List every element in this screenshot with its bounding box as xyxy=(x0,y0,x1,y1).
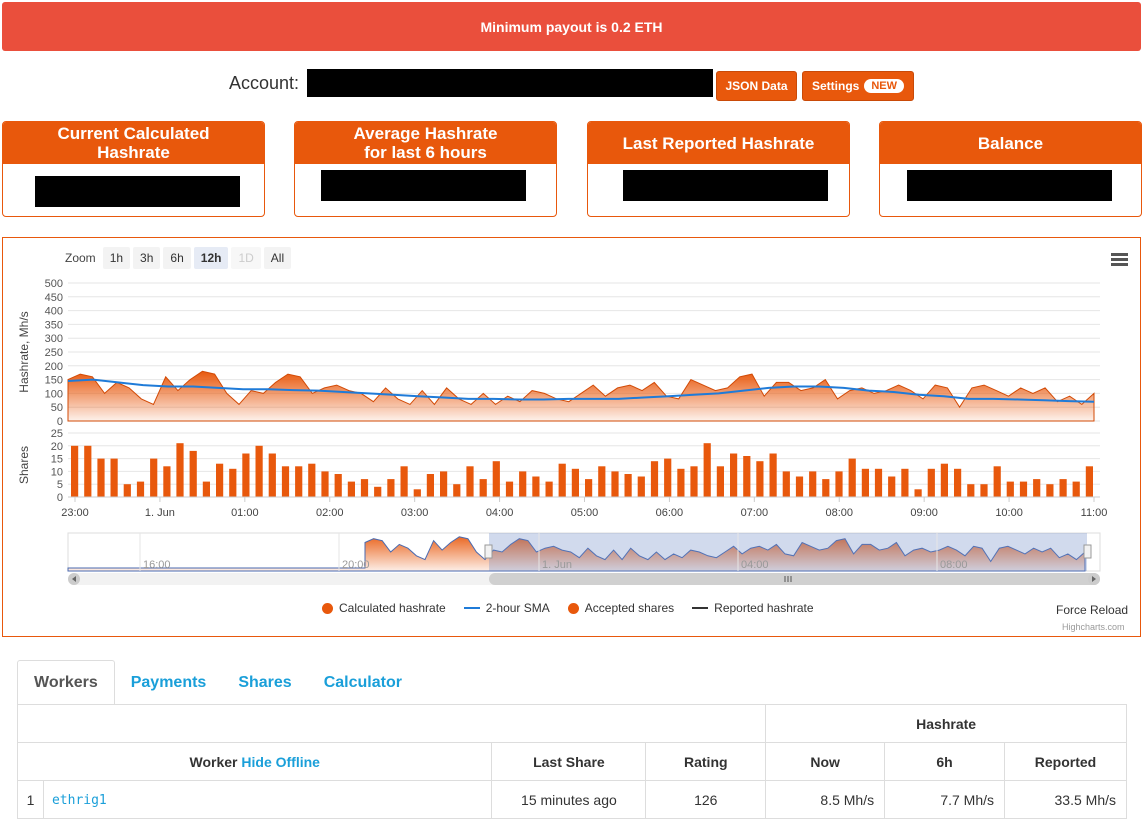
account-address-redacted xyxy=(307,69,713,97)
table-row: 1 ethrig1 15 minutes ago 126 8.5 Mh/s 7.… xyxy=(17,780,1127,819)
min-payout-alert: Minimum payout is 0.2 ETH xyxy=(2,2,1141,51)
worker-link[interactable]: ethrig1 xyxy=(52,793,107,808)
tab-shares[interactable]: Shares xyxy=(222,660,307,705)
stat-value-redacted xyxy=(623,170,828,201)
zoom-all-button[interactable]: All xyxy=(263,247,292,269)
zoom-label: Zoom xyxy=(65,251,96,265)
last-share-cell: 15 minutes ago xyxy=(491,780,647,819)
legend-line-icon xyxy=(692,607,709,609)
alert-text: Minimum payout is 0.2 ETH xyxy=(480,18,663,35)
worker-column-header: Worker Hide Offline xyxy=(16,742,493,781)
stat-reported-hashrate: Last Reported Hashrate xyxy=(587,121,850,217)
stat-value-redacted xyxy=(907,170,1112,201)
rating-cell: 126 xyxy=(645,780,767,819)
account-label: Account: xyxy=(229,73,300,93)
zoom-1d-button[interactable]: 1D xyxy=(231,247,261,269)
tab-payments[interactable]: Payments xyxy=(115,660,223,705)
legend-dot-icon xyxy=(567,602,579,614)
hashrate-group-header: Hashrate xyxy=(765,704,1127,743)
stat-current-hashrate: Current Calculated Hashrate xyxy=(2,121,265,217)
stat-value-redacted xyxy=(35,176,240,207)
settings-label: Settings xyxy=(811,79,860,93)
stat-title: Current Calculated Hashrate xyxy=(3,122,264,164)
hashrate-chart-panel xyxy=(2,237,1141,637)
chart-menu-icon[interactable] xyxy=(1111,253,1128,268)
force-reload-link[interactable]: Force Reload xyxy=(1056,603,1128,617)
json-data-label: JSON Data xyxy=(725,79,788,93)
stat-balance: Balance xyxy=(879,121,1142,217)
legend-sma[interactable]: 2-hour SMA xyxy=(463,601,550,615)
hide-offline-link[interactable]: Hide Offline xyxy=(241,754,320,770)
legend-label: 2-hour SMA xyxy=(485,601,550,615)
json-data-button[interactable]: JSON Data xyxy=(716,71,797,101)
zoom-12h-button[interactable]: 12h xyxy=(193,247,229,269)
reported-cell: 33.5 Mh/s xyxy=(1004,780,1127,819)
settings-button[interactable]: Settings NEW xyxy=(802,71,914,101)
legend-label: Reported hashrate xyxy=(714,601,814,615)
6h-cell: 7.7 Mh/s xyxy=(884,780,1006,819)
chart-legend: Calculated hashrate 2-hour SMA Accepted … xyxy=(322,601,814,615)
now-header[interactable]: Now xyxy=(765,742,886,781)
legend-dot-icon xyxy=(322,602,333,614)
stat-title: Last Reported Hashrate xyxy=(588,122,849,164)
legend-label: Calculated hashrate xyxy=(339,601,446,615)
stat-title: Average Hashrate for last 6 hours xyxy=(295,122,556,164)
legend-calculated-hashrate[interactable]: Calculated hashrate xyxy=(322,601,446,615)
tab-calculator[interactable]: Calculator xyxy=(308,660,418,705)
now-cell: 8.5 Mh/s xyxy=(765,780,886,819)
legend-accepted-shares[interactable]: Accepted shares xyxy=(567,601,675,615)
legend-reported-hashrate[interactable]: Reported hashrate xyxy=(692,601,814,615)
zoom-3h-button[interactable]: 3h xyxy=(133,247,161,269)
zoom-1h-button[interactable]: 1h xyxy=(102,247,131,269)
workers-table: Hashrate Worker Hide Offline Last Share … xyxy=(16,704,1127,819)
zoom-selector: Zoom 1h 3h 6h 12h 1D All xyxy=(65,247,292,269)
stat-title: Balance xyxy=(880,122,1141,164)
stat-average-hashrate: Average Hashrate for last 6 hours xyxy=(294,121,557,217)
table-group-spacer xyxy=(16,704,767,743)
tab-bar: Workers Payments Shares Calculator xyxy=(17,660,418,705)
legend-line-icon xyxy=(463,607,480,609)
reported-header[interactable]: Reported xyxy=(1004,742,1127,781)
rating-header[interactable]: Rating xyxy=(645,742,767,781)
legend-label: Accepted shares xyxy=(584,601,675,615)
new-badge: NEW xyxy=(864,79,904,93)
stat-value-redacted xyxy=(321,170,526,201)
last-share-header[interactable]: Last Share xyxy=(491,742,647,781)
zoom-6h-button[interactable]: 6h xyxy=(163,247,191,269)
6h-header[interactable]: 6h xyxy=(884,742,1006,781)
row-index: 1 xyxy=(17,780,44,819)
worker-header-label: Worker xyxy=(189,753,238,770)
highcharts-credits[interactable]: Highcharts.com xyxy=(1062,622,1125,632)
tab-workers[interactable]: Workers xyxy=(17,660,115,705)
